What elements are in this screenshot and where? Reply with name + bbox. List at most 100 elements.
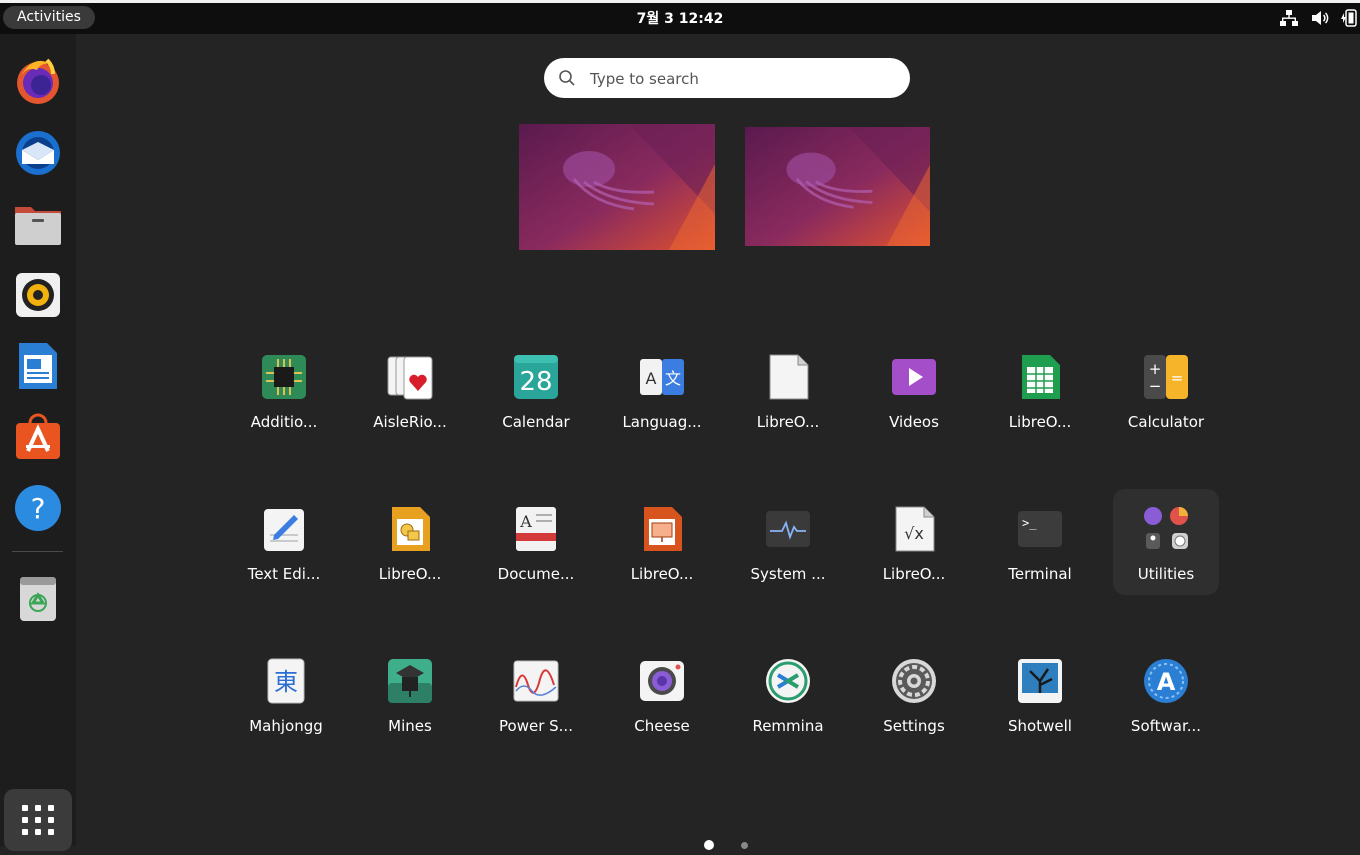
text-editor-icon [264,509,304,551]
app-label: LibreO... [1008,413,1072,431]
libreoffice-writer-icon [19,343,57,389]
svg-text:A: A [646,369,657,388]
app-label: Languag... [622,413,702,431]
dock-item-ubuntu-software[interactable] [10,408,66,464]
app-libreoffice-math[interactable]: √x LibreO... [859,495,969,601]
mahjongg-tile-icon: 東 [267,658,305,704]
utilities-folder-icon [1144,507,1188,549]
shotwell-icon [1018,659,1062,703]
app-libreoffice-draw[interactable]: LibreO... [355,495,465,601]
search-input[interactable] [588,64,892,94]
camera-icon [640,661,684,701]
app-label: System ... [750,565,826,583]
app-label: Softwar... [1130,717,1202,735]
dock-item-libreoffice-writer[interactable] [10,338,66,394]
terminal-icon: >_ [1018,511,1062,547]
svg-text:=: = [1171,369,1184,387]
svg-text:>_: >_ [1022,516,1037,530]
app-label: Additio... [250,413,318,431]
app-label: LibreO... [882,565,946,583]
files-icon [15,207,61,245]
clock-label[interactable]: 7월 3 12:42 [637,11,724,27]
app-calculator[interactable]: + − = Calculator [1111,343,1221,449]
app-aisleriot[interactable]: AisleRio... [355,343,465,449]
app-document-viewer[interactable]: A Docume... [481,495,591,601]
app-label: Cheese [634,717,690,735]
dock-item-files[interactable] [10,196,66,252]
remmina-icon [766,659,810,703]
thunderbird-icon [16,131,60,175]
battery-icon[interactable] [1339,8,1359,28]
app-label: Terminal [1008,565,1072,583]
folder-utilities[interactable]: Utilities [1113,489,1219,595]
app-shotwell[interactable]: Shotwell [985,647,1095,753]
app-label: Calendar [502,413,570,431]
gear-icon [892,659,936,703]
spreadsheet-icon [1022,355,1060,399]
app-text-editor[interactable]: Text Edi... [229,495,339,601]
document-viewer-icon: A [516,507,556,551]
svg-text:A: A [519,512,532,531]
app-label: Text Edi... [247,565,321,583]
svg-text:√x: √x [904,524,924,543]
workspace-thumbnail-1[interactable] [519,124,715,250]
svg-text:東: 東 [274,668,298,696]
app-software-updater[interactable]: A Softwar... [1111,647,1221,753]
show-applications-button[interactable] [4,789,72,851]
system-monitor-icon [766,511,810,547]
presentation-icon [644,507,682,551]
app-libreoffice-impress[interactable]: LibreO... [607,495,717,601]
app-label: LibreO... [378,565,442,583]
calculator-icon: + − = [1144,355,1188,399]
svg-text:?: ? [31,492,46,525]
app-system-monitor[interactable]: System ... [733,495,843,601]
svg-text:文: 文 [665,369,681,388]
app-additional-drivers[interactable]: Additio... [229,343,339,449]
rhythmbox-icon [16,273,60,317]
app-videos[interactable]: Videos [859,343,969,449]
app-terminal[interactable]: >_ Terminal [985,495,1095,601]
app-calendar[interactable]: 28 Calendar [481,343,591,449]
help-icon: ? [15,485,61,531]
app-remmina[interactable]: Remmina [733,647,843,753]
app-power-statistics[interactable]: Power S... [481,647,591,753]
app-label: Mines [388,717,432,735]
dock-item-firefox[interactable] [10,53,66,109]
app-language-support[interactable]: A 文 Languag... [607,343,717,449]
volume-icon[interactable] [1310,8,1330,28]
dock-separator [12,551,63,552]
clock: 7월 3 12:42 [0,8,1360,28]
svg-text:+: + [1149,360,1162,378]
math-formula-icon: √x [895,506,935,552]
app-settings[interactable]: Settings [859,647,969,753]
page-indicator-1[interactable] [704,840,714,850]
workspace-thumbnail-2[interactable] [745,127,930,246]
app-libreoffice[interactable]: LibreO... [733,343,843,449]
dock-item-help[interactable]: ? [10,480,66,536]
search-box[interactable] [544,58,910,98]
app-label: Docume... [497,565,575,583]
dock: ? [0,34,76,851]
chip-icon [262,355,306,399]
svg-text:A: A [1157,668,1176,696]
app-label: AisleRio... [373,413,447,431]
activities-button[interactable]: Activities [3,6,95,29]
app-mahjongg[interactable]: 東 Mahjongg [231,647,341,753]
video-play-icon [892,359,936,395]
app-label: Settings [883,717,945,735]
power-statistics-icon [513,660,559,702]
dock-item-rhythmbox[interactable] [10,267,66,323]
mines-icon [388,659,432,703]
app-label: Power S... [499,717,573,735]
app-mines[interactable]: Mines [355,647,465,753]
language-icon: A 文 [640,359,684,395]
software-updater-icon: A [1144,659,1188,703]
network-icon[interactable] [1279,8,1299,28]
dock-item-thunderbird[interactable] [10,125,66,181]
search-icon [559,70,575,86]
document-icon [769,354,809,400]
dock-item-trash[interactable] [10,570,66,626]
app-libreoffice-calc[interactable]: LibreO... [985,343,1095,449]
app-label: LibreO... [756,413,820,431]
app-cheese[interactable]: Cheese [607,647,717,753]
